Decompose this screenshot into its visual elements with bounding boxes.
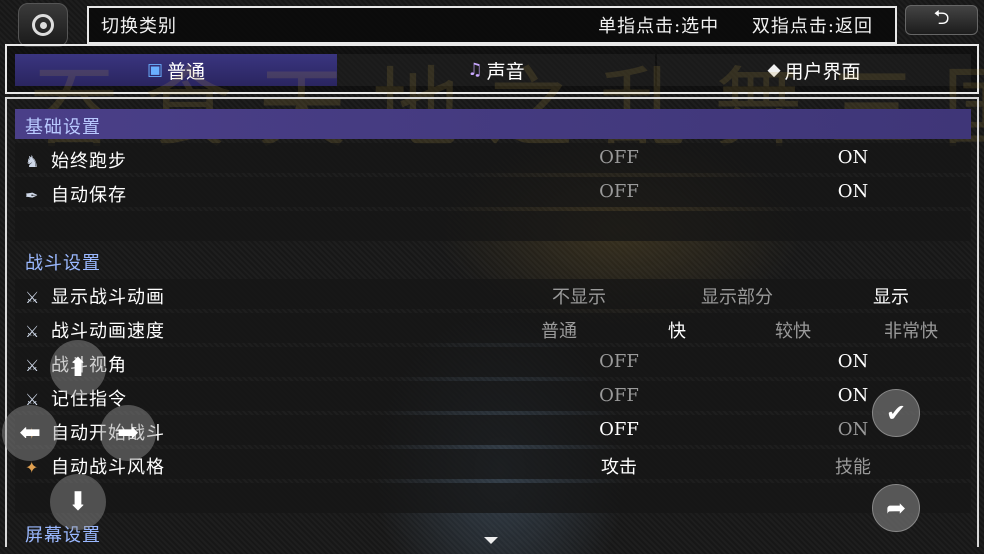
runner-icon: ♞ xyxy=(25,152,41,171)
back-button[interactable]: ⮌ xyxy=(905,5,978,35)
option-very-fast[interactable]: 非常快 xyxy=(861,317,961,343)
tab-ui-label: 用户界面 xyxy=(784,60,861,83)
header-hints: 单指点击:选中 双指点击:返回 xyxy=(572,12,873,38)
option-attack[interactable]: 攻击 xyxy=(569,453,669,479)
sword-icon: ⚔ xyxy=(25,322,41,341)
option-on[interactable]: ON xyxy=(803,181,903,202)
harp-icon: ♫ xyxy=(467,60,483,80)
checkmark-icon: ✔ xyxy=(885,399,907,427)
option-on[interactable]: ON xyxy=(803,351,903,372)
diamond-icon: ◆ xyxy=(767,60,781,80)
arrow-left-icon: ⬅ xyxy=(19,418,41,448)
arrow-up-icon: ⬆ xyxy=(67,353,89,383)
setting-row-remember-command[interactable]: ⚔ 记住指令 OFF ON xyxy=(15,381,971,411)
option-off[interactable]: OFF xyxy=(569,147,669,168)
dpad-up-button[interactable]: ⬆ xyxy=(50,340,106,396)
section-battle-label: 战斗设置 xyxy=(25,253,101,274)
option-partial[interactable]: 显示部分 xyxy=(687,283,787,309)
option-faster[interactable]: 较快 xyxy=(743,317,843,343)
scroll-down-indicator-icon xyxy=(484,537,498,544)
confirm-button[interactable]: ✔ xyxy=(872,389,920,437)
arrow-right-icon: ➡ xyxy=(117,418,139,448)
hint-double: 双指点击:返回 xyxy=(751,16,873,37)
sword-icon: ⚔ xyxy=(25,288,41,307)
menu-button[interactable] xyxy=(18,3,68,47)
hint-tap: 单指点击:选中 xyxy=(598,16,720,37)
option-skill[interactable]: 技能 xyxy=(803,453,903,479)
empty-row xyxy=(15,211,971,241)
tab-sound-label: 声音 xyxy=(486,60,525,83)
share-arrow-icon: ➦ xyxy=(885,494,907,522)
option-off[interactable]: OFF xyxy=(569,419,669,440)
dpad-left-button[interactable]: ⬅ xyxy=(2,405,58,461)
header-title: 切换类别 xyxy=(101,16,177,37)
auto-save-label: 自动保存 xyxy=(51,185,127,206)
option-fast[interactable]: 快 xyxy=(627,317,727,343)
option-normal[interactable]: 普通 xyxy=(509,317,609,343)
setting-row-auto-start-battle[interactable]: ✦ 自动开始战斗 OFF ON xyxy=(15,415,971,445)
setting-row-auto-save[interactable]: ✒ 自动保存 OFF ON xyxy=(15,177,971,207)
show-anim-label: 显示战斗动画 xyxy=(51,287,165,308)
section-basic-label: 基础设置 xyxy=(25,117,101,138)
always-run-label: 始终跑步 xyxy=(51,151,127,172)
sword-icon: ⚔ xyxy=(25,356,41,375)
tab-sound[interactable]: ♫ 声音 xyxy=(337,54,655,86)
header-bar: 切换类别 单指点击:选中 双指点击:返回 xyxy=(87,6,897,44)
feather-icon: ✒ xyxy=(25,186,40,205)
return-arrow-icon: ⮌ xyxy=(933,5,950,29)
setting-row-always-run[interactable]: ♞ 始终跑步 OFF ON xyxy=(15,143,971,173)
setting-row-show-animation[interactable]: ⚔ 显示战斗动画 不显示 显示部分 显示 xyxy=(15,279,971,309)
anim-speed-label: 战斗动画速度 xyxy=(51,321,165,342)
menu-icon xyxy=(32,14,54,36)
arrow-down-icon: ⬇ xyxy=(67,487,89,517)
option-off[interactable]: OFF xyxy=(569,385,669,406)
setting-row-animation-speed[interactable]: ⚔ 战斗动画速度 普通 快 较快 非常快 xyxy=(15,313,971,343)
option-show[interactable]: 显示 xyxy=(841,283,941,309)
option-hide[interactable]: 不显示 xyxy=(529,283,629,309)
section-header-basic: 基础设置 xyxy=(15,109,971,139)
tab-general-label: 普通 xyxy=(167,60,206,83)
tab-general[interactable]: ▣ 普通 xyxy=(15,54,337,86)
dpad-right-button[interactable]: ➡ xyxy=(100,405,156,461)
empty-row xyxy=(15,483,971,513)
option-off[interactable]: OFF xyxy=(569,351,669,372)
setting-row-view-angle[interactable]: ⚔ 战斗视角 OFF ON xyxy=(15,347,971,377)
tab-ui[interactable]: ◆ 用户界面 xyxy=(657,54,971,86)
forward-button[interactable]: ➦ xyxy=(872,484,920,532)
setting-row-auto-battle-style[interactable]: ✦ 自动战斗风格 攻击 技能 xyxy=(15,449,971,479)
option-on[interactable]: ON xyxy=(803,147,903,168)
monitor-icon: ▣ xyxy=(146,60,164,80)
settings-list: 基础设置 ♞ 始终跑步 OFF ON ✒ 自动保存 OFF ON 战斗设置 ⚔ 显示战… xyxy=(5,97,979,547)
dpad-down-button[interactable]: ⬇ xyxy=(50,474,106,530)
section-header-battle: 战斗设置 xyxy=(15,245,971,275)
category-tabs: ▣ 普通 ♫ 声音 ◆ 用户界面 xyxy=(5,44,979,94)
option-off[interactable]: OFF xyxy=(569,181,669,202)
